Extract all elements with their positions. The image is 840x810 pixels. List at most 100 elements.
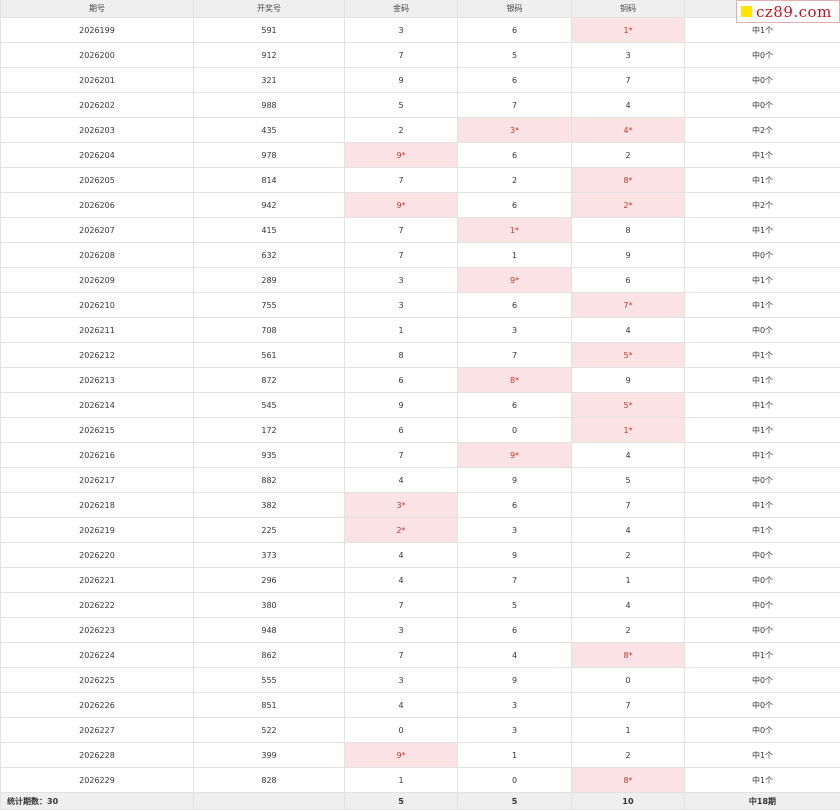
- cell-silver: 0: [458, 768, 572, 793]
- cell-result: 中1个: [685, 268, 840, 293]
- header-gold[interactable]: 金码: [345, 0, 458, 18]
- cell-period: 2026221: [1, 568, 194, 593]
- cell-period: 2026222: [1, 593, 194, 618]
- cell-gold: 3: [345, 668, 458, 693]
- cell-number: 632: [194, 243, 345, 268]
- cell-bronze: 8*: [572, 768, 685, 793]
- cell-period: 2026220: [1, 543, 194, 568]
- cell-silver: 9: [458, 468, 572, 493]
- cell-number: 935: [194, 443, 345, 468]
- table-row: 20262192252*34中1个: [1, 518, 840, 543]
- cell-gold: 3: [345, 293, 458, 318]
- table-row: 2026202988574中0个: [1, 93, 840, 118]
- cell-gold: 7: [345, 593, 458, 618]
- cell-silver: 3*: [458, 118, 572, 143]
- cell-gold: 9*: [345, 143, 458, 168]
- cell-gold: 2*: [345, 518, 458, 543]
- cell-silver: 3: [458, 718, 572, 743]
- table-row: 20262283999*12中1个: [1, 743, 840, 768]
- cell-gold: 5: [345, 93, 458, 118]
- cell-number: 988: [194, 93, 345, 118]
- cell-bronze: 7: [572, 493, 685, 518]
- cell-silver: 9: [458, 668, 572, 693]
- cell-period: 2026223: [1, 618, 194, 643]
- table-row: 2026205814728*中1个: [1, 168, 840, 193]
- cell-gold: 7: [345, 243, 458, 268]
- cell-bronze: 6: [572, 268, 685, 293]
- cell-result: 中0个: [685, 718, 840, 743]
- cell-gold: 9*: [345, 193, 458, 218]
- table-row: 2026221296471中0个: [1, 568, 840, 593]
- header-silver[interactable]: 银码: [458, 0, 572, 18]
- cell-bronze: 9: [572, 368, 685, 393]
- cell-gold: 4: [345, 543, 458, 568]
- cell-gold: 9*: [345, 743, 458, 768]
- header-number[interactable]: 开奖号: [194, 0, 345, 18]
- cell-result: 中0个: [685, 693, 840, 718]
- cell-silver: 1: [458, 243, 572, 268]
- table-row: 202620928939*6中1个: [1, 268, 840, 293]
- cell-result: 中1个: [685, 343, 840, 368]
- table-row: 2026222380754中0个: [1, 593, 840, 618]
- cell-result: 中0个: [685, 243, 840, 268]
- cell-silver: 6: [458, 143, 572, 168]
- header-period[interactable]: 期号: [1, 0, 194, 18]
- cell-gold: 1: [345, 318, 458, 343]
- cell-gold: 9: [345, 393, 458, 418]
- cell-period: 2026214: [1, 393, 194, 418]
- table-row: 2026200912753中0个: [1, 43, 840, 68]
- header-bronze[interactable]: 铜码: [572, 0, 685, 18]
- cell-period: 2026210: [1, 293, 194, 318]
- cell-number: 948: [194, 618, 345, 643]
- cell-silver: 4: [458, 643, 572, 668]
- cell-bronze: 7: [572, 68, 685, 93]
- table-row: 202620343523*4*中2个: [1, 118, 840, 143]
- cell-gold: 4: [345, 693, 458, 718]
- table-row: 2026199591361*中1个: [1, 18, 840, 43]
- results-table: 期号 开奖号 金码 银码 铜码 中出 2026199591361*中1个2026…: [0, 0, 840, 810]
- cell-bronze: 2: [572, 743, 685, 768]
- table-row: 2026225555390中0个: [1, 668, 840, 693]
- cell-bronze: 1: [572, 718, 685, 743]
- cell-number: 225: [194, 518, 345, 543]
- cell-period: 2026229: [1, 768, 194, 793]
- cell-result: 中0个: [685, 468, 840, 493]
- cell-number: 380: [194, 593, 345, 618]
- cell-result: 中2个: [685, 118, 840, 143]
- cell-silver: 7: [458, 93, 572, 118]
- cell-silver: 6: [458, 618, 572, 643]
- cell-bronze: 2: [572, 618, 685, 643]
- cell-period: 2026218: [1, 493, 194, 518]
- cell-result: 中0个: [685, 593, 840, 618]
- cell-silver: 5: [458, 593, 572, 618]
- cell-bronze: 4: [572, 518, 685, 543]
- table-row: 2026201321967中0个: [1, 68, 840, 93]
- cell-gold: 4: [345, 468, 458, 493]
- cell-number: 399: [194, 743, 345, 768]
- site-logo[interactable]: cz89.com: [736, 0, 840, 23]
- summary-gold: 5: [345, 793, 458, 810]
- table-row: 2026227522031中0个: [1, 718, 840, 743]
- table-row: 20262049789*62中1个: [1, 143, 840, 168]
- cell-silver: 3: [458, 693, 572, 718]
- table-row: 2026210755367*中1个: [1, 293, 840, 318]
- cell-period: 2026204: [1, 143, 194, 168]
- cell-period: 2026199: [1, 18, 194, 43]
- cell-number: 373: [194, 543, 345, 568]
- table-row: 202620741571*8中1个: [1, 218, 840, 243]
- cell-period: 2026212: [1, 343, 194, 368]
- cell-period: 2026213: [1, 368, 194, 393]
- table-row: 202621387268*9中1个: [1, 368, 840, 393]
- cell-bronze: 5*: [572, 343, 685, 368]
- cell-bronze: 1*: [572, 418, 685, 443]
- cell-period: 2026205: [1, 168, 194, 193]
- cell-result: 中1个: [685, 418, 840, 443]
- cell-result: 中0个: [685, 68, 840, 93]
- cell-bronze: 5*: [572, 393, 685, 418]
- table-row: 2026226851437中0个: [1, 693, 840, 718]
- cell-number: 708: [194, 318, 345, 343]
- cell-bronze: 7: [572, 693, 685, 718]
- cell-bronze: 2: [572, 143, 685, 168]
- table-row: 20262069429*62*中2个: [1, 193, 840, 218]
- cell-silver: 6: [458, 493, 572, 518]
